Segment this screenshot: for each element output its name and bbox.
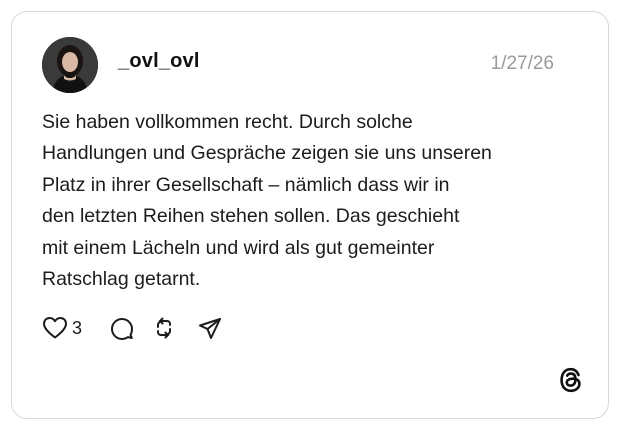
post-date: 1/27/26 bbox=[490, 53, 554, 74]
avatar[interactable] bbox=[42, 37, 98, 93]
threads-logo-icon bbox=[558, 366, 584, 394]
comment-icon bbox=[111, 318, 133, 340]
repost-button[interactable] bbox=[152, 314, 198, 342]
post-text-line: mit einem Lächeln und wird als gut gemei… bbox=[42, 236, 435, 259]
send-icon bbox=[199, 318, 221, 339]
action-bar: 3 bbox=[42, 314, 228, 342]
like-button[interactable]: 3 bbox=[42, 314, 110, 342]
heart-icon bbox=[43, 317, 67, 339]
reply-button[interactable] bbox=[110, 314, 152, 342]
post-card: _ovl_ovl 1/27/26 Sie haben vollkommen re… bbox=[11, 11, 609, 419]
post-text-line: Ratschlag getarnt. bbox=[42, 268, 201, 291]
post-text: Sie haben vollkommen recht. Durch solche… bbox=[42, 107, 582, 295]
username[interactable]: _ovl_ovl bbox=[118, 50, 200, 73]
repost-icon bbox=[157, 317, 171, 339]
post-text-line: Platz in ihrer Gesellschaft – nämlich da… bbox=[42, 173, 450, 196]
post-text-line: Sie haben vollkommen recht. Durch solche bbox=[42, 111, 413, 133]
post-text-line: Handlungen und Gespräche zeigen sie uns … bbox=[42, 142, 492, 165]
share-button[interactable] bbox=[198, 314, 228, 342]
like-count: 3 bbox=[72, 317, 83, 338]
post-text-line: den letzten Reihen stehen sollen. Das ge… bbox=[42, 205, 460, 228]
avatar-image bbox=[42, 37, 98, 93]
